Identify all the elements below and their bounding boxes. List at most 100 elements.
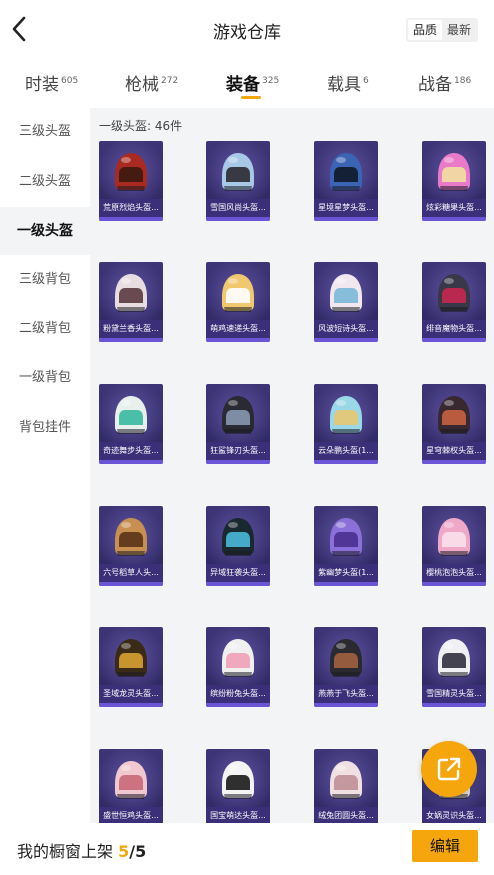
item-name: 狂鲨锋刃头盔... [206, 442, 270, 460]
item-name: 异域狂袭头盔... [206, 564, 270, 582]
helmet-icon [438, 639, 470, 677]
sort-option-latest[interactable]: 最新 [442, 20, 476, 40]
helmet-icon [115, 274, 147, 312]
item-card[interactable]: 圣域龙灵头盔... [99, 627, 163, 707]
item-card[interactable]: 雪国精灵头盔... [422, 627, 486, 707]
quality-bar [206, 217, 270, 221]
helmet-icon [330, 518, 362, 556]
item-grid-panel: 一级头盔: 46件 荒原烈焰头盔... 雪国风尚头盔... 星境星梦头盔... 炫彩糖… [90, 108, 494, 823]
item-card[interactable]: 荒原烈焰头盔... [99, 141, 163, 221]
tab-count: 272 [161, 76, 179, 86]
helmet-icon [438, 518, 470, 556]
item-name: 云朵鹏头盔(1... [314, 442, 378, 460]
helmet-icon [115, 518, 147, 556]
sidebar-item-level2-backpack[interactable]: 二级背包 [0, 305, 90, 353]
sidebar: 三级头盔 二级头盔 一级头盔 三级背包 二级背包 一级背包 背包挂件 [0, 108, 90, 823]
tab-label: 时装 [25, 75, 59, 95]
item-card[interactable]: 盛世恒鸡头盔... [99, 749, 163, 823]
tab-count: 605 [61, 76, 79, 86]
item-card[interactable]: 风波短诗头盔... [314, 262, 378, 342]
item-card[interactable]: 绯音魔物头盔... [422, 262, 486, 342]
item-card[interactable]: 星穹棘权头盔... [422, 384, 486, 464]
tab-guns[interactable]: 枪械 272 [125, 70, 178, 95]
item-card[interactable]: 六号稻草人头... [99, 506, 163, 586]
item-card[interactable]: 燕燕于飞头盔... [314, 627, 378, 707]
item-card[interactable]: 缤纷粉兔头盔... [206, 627, 270, 707]
helmet-icon [222, 639, 254, 677]
item-name: 雪国精灵头盔... [422, 685, 486, 703]
sidebar-item-level3-backpack[interactable]: 三级背包 [0, 256, 90, 304]
item-card[interactable]: 奇迹舞步头盔... [99, 384, 163, 464]
item-card[interactable]: 异域狂袭头盔... [206, 506, 270, 586]
item-name: 国宝萌达头盔... [206, 807, 270, 823]
item-name: 炫彩糖果头盔... [422, 199, 486, 217]
sidebar-item-level1-backpack[interactable]: 一级背包 [0, 354, 90, 402]
sidebar-item-level3-helmet[interactable]: 三级头盔 [0, 108, 90, 156]
item-card[interactable]: 萌鸡速递头盔... [206, 262, 270, 342]
item-card[interactable]: 樱桃泡泡头盔... [422, 506, 486, 586]
quality-bar [99, 338, 163, 342]
sidebar-item-level2-helmet[interactable]: 二级头盔 [0, 158, 90, 206]
quality-bar [99, 703, 163, 707]
header: 游戏仓库 品质 最新 [0, 0, 494, 58]
helmet-icon [115, 396, 147, 434]
item-name: 燕燕于飞头盔... [314, 685, 378, 703]
item-card[interactable]: 炫彩糖果头盔... [422, 141, 486, 221]
tab-label: 枪械 [125, 75, 159, 95]
tab-equipment[interactable]: 装备 325 [226, 70, 279, 95]
sidebar-item-level1-helmet[interactable]: 一级头盔 [0, 207, 90, 255]
tab-count: 6 [363, 76, 369, 86]
item-card[interactable]: 雪国风尚头盔... [206, 141, 270, 221]
active-tab-indicator [241, 96, 261, 99]
quality-bar [422, 460, 486, 464]
item-name: 缤纷粉兔头盔... [206, 685, 270, 703]
quality-bar [314, 338, 378, 342]
tab-fashion[interactable]: 时装 605 [25, 70, 78, 95]
item-card[interactable]: 紫幽梦头盔(1... [314, 506, 378, 586]
tab-count: 325 [262, 76, 280, 86]
item-card[interactable]: 云朵鹏头盔(1... [314, 384, 378, 464]
helmet-icon [115, 761, 147, 799]
item-card[interactable]: 粉黛兰香头盔... [99, 262, 163, 342]
quality-bar [99, 582, 163, 586]
item-card[interactable]: 狂鲨锋刃头盔... [206, 384, 270, 464]
quality-bar [206, 338, 270, 342]
item-name: 绒兔团圆头盔... [314, 807, 378, 823]
share-external-icon [437, 757, 461, 781]
tab-vehicles[interactable]: 载具 6 [327, 70, 369, 95]
helmet-icon [330, 761, 362, 799]
item-name: 奇迹舞步头盔... [99, 442, 163, 460]
showcase-status: 我的橱窗上架 5/5 [17, 838, 146, 862]
helmet-icon [222, 761, 254, 799]
helmet-icon [115, 639, 147, 677]
item-name: 盛世恒鸡头盔... [99, 807, 163, 823]
item-name: 女娲灵识头盔... [422, 807, 486, 823]
item-name: 六号稻草人头... [99, 564, 163, 582]
helmet-icon [438, 274, 470, 312]
sort-option-quality[interactable]: 品质 [408, 20, 442, 40]
sidebar-item-backpack-charm[interactable]: 背包挂件 [0, 404, 90, 452]
share-button[interactable] [421, 741, 477, 797]
item-name: 风波短诗头盔... [314, 320, 378, 338]
quality-bar [206, 703, 270, 707]
tab-count: 186 [454, 76, 472, 86]
item-card[interactable]: 绒兔团圆头盔... [314, 749, 378, 823]
quality-bar [314, 703, 378, 707]
tab-supplies[interactable]: 战备 186 [418, 70, 471, 95]
showcase-count: 5 [118, 842, 130, 861]
item-name: 星穹棘权头盔... [422, 442, 486, 460]
item-name: 荒原烈焰头盔... [99, 199, 163, 217]
item-card[interactable]: 国宝萌达头盔... [206, 749, 270, 823]
helmet-icon [438, 396, 470, 434]
quality-bar [99, 217, 163, 221]
edit-button[interactable]: 编辑 [412, 830, 478, 862]
section-label: 一级头盔: 46件 [99, 119, 183, 133]
quality-bar [314, 460, 378, 464]
showcase-label: 我的橱窗上架 [17, 842, 114, 861]
helmet-icon [222, 274, 254, 312]
tab-label: 载具 [327, 75, 361, 95]
showcase-total: /5 [129, 842, 147, 861]
helmet-icon [330, 639, 362, 677]
helmet-icon [222, 518, 254, 556]
item-card[interactable]: 星境星梦头盔... [314, 141, 378, 221]
